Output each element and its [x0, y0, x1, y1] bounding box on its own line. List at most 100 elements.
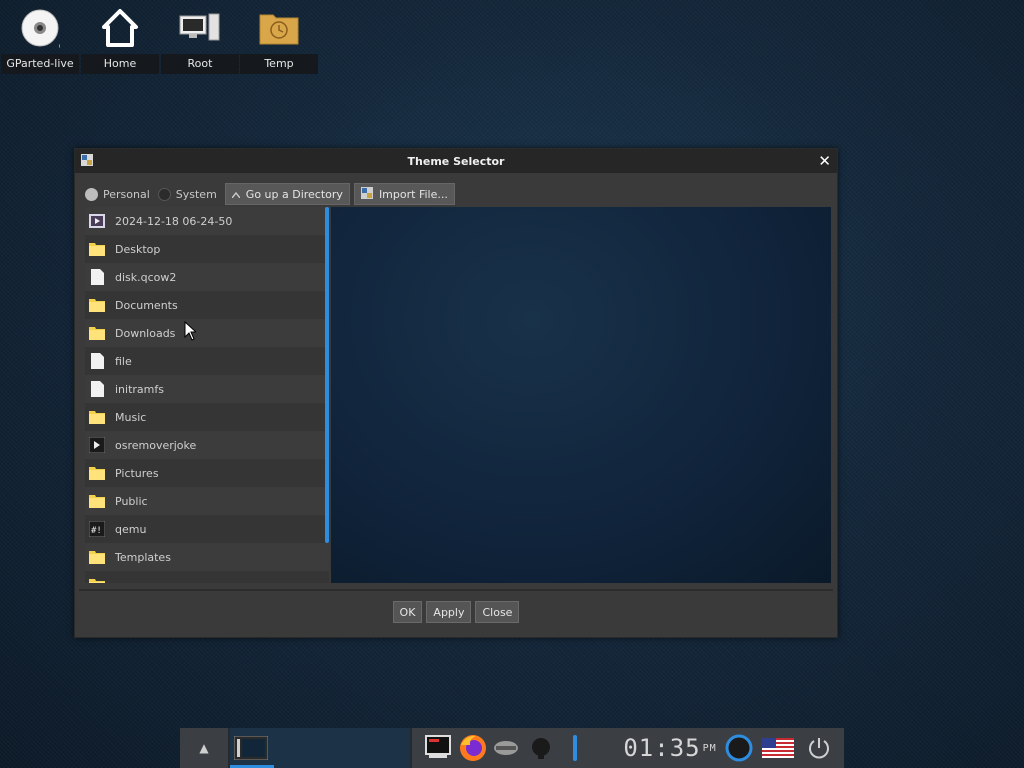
clock-hour: 01 [623, 734, 655, 762]
file-list-scrollbar[interactable] [325, 207, 329, 543]
folder-icon [89, 241, 105, 257]
file-name: file [115, 354, 132, 368]
close-icon[interactable]: ✕ [818, 152, 831, 170]
file-name: Pictures [115, 466, 159, 480]
list-item[interactable]: osremoverjoke [85, 431, 329, 459]
divider [79, 589, 833, 591]
window-thumbnail-icon [233, 735, 269, 763]
file-name: Downloads [115, 326, 176, 340]
import-file-label: Import File... [378, 187, 448, 201]
system-radio[interactable]: System [157, 187, 217, 201]
desktop-icon-home[interactable]: Home [81, 4, 159, 74]
clock-ampm: PM [702, 742, 717, 754]
terminal-icon[interactable] [424, 734, 452, 762]
file-name: osremoverjoke [115, 438, 197, 452]
list-item[interactable]: disk.qcow2 [85, 263, 329, 291]
system-radio-label: System [175, 187, 217, 201]
clock[interactable]: 01:35 PM [623, 734, 717, 762]
radio-icon [157, 187, 171, 201]
folder-clock-icon [240, 4, 318, 52]
desktop-icon-temp[interactable]: Temp [240, 4, 318, 74]
microphone-icon[interactable] [530, 734, 552, 762]
import-file-button[interactable]: Import File... [353, 183, 455, 205]
list-item[interactable]: initramfs [85, 375, 329, 403]
file-name: Desktop [115, 242, 161, 256]
folder-icon [89, 409, 105, 425]
list-item[interactable]: Downloads [85, 319, 329, 347]
list-item[interactable]: Music [85, 403, 329, 431]
clock-separator: : [654, 734, 670, 762]
file-list[interactable]: 2024-12-18 06-24-50 Desktop disk.qcow2 D… [85, 207, 329, 583]
network-icon[interactable] [492, 734, 520, 762]
firefox-icon[interactable] [458, 734, 488, 762]
folder-icon [89, 325, 105, 341]
taskbar-menu-button[interactable]: ▲ [180, 728, 228, 768]
file-name: initramfs [115, 382, 164, 396]
window-titlebar[interactable]: Theme Selector ✕ [75, 149, 837, 173]
window-title: Theme Selector [407, 154, 505, 168]
go-up-directory-label: Go up a Directory [245, 187, 343, 201]
file-name: Templates [115, 550, 171, 564]
desktop-icon-gparted[interactable]: GParted-live [1, 4, 79, 74]
list-item-partial[interactable] [85, 571, 329, 583]
volume-slider-icon[interactable] [570, 734, 580, 762]
mouse-cursor-icon [184, 320, 198, 344]
theme-app-icon [81, 154, 93, 169]
list-item[interactable]: Documents [85, 291, 329, 319]
folder-icon [89, 493, 105, 509]
file-icon [89, 381, 105, 397]
chevron-up-icon: ▲ [199, 741, 209, 755]
folder-icon [89, 297, 105, 313]
home-icon [81, 4, 159, 52]
dialog-buttons: OK Apply Close [75, 601, 837, 623]
script-icon: #! [89, 521, 105, 537]
file-name: disk.qcow2 [115, 270, 177, 284]
disc-icon [1, 4, 79, 52]
clock-minute: 35 [669, 734, 701, 762]
power-icon[interactable] [806, 734, 832, 762]
file-name: 2024-12-18 06-24-50 [115, 214, 233, 228]
list-item[interactable]: Pictures [85, 459, 329, 487]
toolbar: Personal System Go up a Directory Import… [85, 183, 459, 205]
file-name: Public [115, 494, 148, 508]
apply-button[interactable]: Apply [426, 601, 472, 623]
file-name: Music [115, 410, 147, 424]
desktop-icon-label: Root [161, 54, 239, 74]
ok-button[interactable]: OK [392, 601, 423, 623]
theme-selector-window: Theme Selector ✕ Personal System Go up a… [74, 148, 838, 638]
svg-text:#!: #! [91, 526, 102, 536]
video-file-icon [89, 213, 105, 229]
desktop-icon-label: Home [81, 54, 159, 74]
system-tray: 01:35 PM [412, 728, 844, 768]
taskbar-task-theme-selector[interactable] [230, 728, 410, 768]
theme-preview [331, 207, 831, 583]
desktop-icon-label: GParted-live [1, 54, 79, 74]
file-icon [89, 353, 105, 369]
list-item[interactable]: Public [85, 487, 329, 515]
list-item[interactable]: Templates [85, 543, 329, 571]
personal-radio[interactable]: Personal [85, 187, 150, 201]
list-item[interactable]: file [85, 347, 329, 375]
file-name: qemu [115, 522, 147, 536]
desktop-icon-root[interactable]: Root [161, 4, 239, 74]
personal-radio-label: Personal [103, 187, 150, 201]
status-ring-icon[interactable] [724, 734, 754, 762]
import-file-icon [360, 186, 373, 202]
arrow-up-icon [231, 188, 241, 201]
taskbar: ▲ 01: 35 PM [180, 728, 844, 768]
close-button[interactable]: Close [475, 601, 520, 623]
folder-icon [89, 577, 105, 583]
list-item[interactable]: #! qemu [85, 515, 329, 543]
computer-icon [161, 4, 239, 52]
folder-icon [89, 549, 105, 565]
us-flag-icon[interactable] [762, 734, 794, 762]
desktop-icon-label: Temp [240, 54, 318, 74]
file-icon [89, 269, 105, 285]
go-up-directory-button[interactable]: Go up a Directory [224, 183, 350, 205]
file-name: Documents [115, 298, 178, 312]
list-item[interactable]: 2024-12-18 06-24-50 [85, 207, 329, 235]
list-item[interactable]: Desktop [85, 235, 329, 263]
executable-icon [89, 437, 105, 453]
folder-icon [89, 465, 105, 481]
radio-icon [85, 187, 98, 201]
